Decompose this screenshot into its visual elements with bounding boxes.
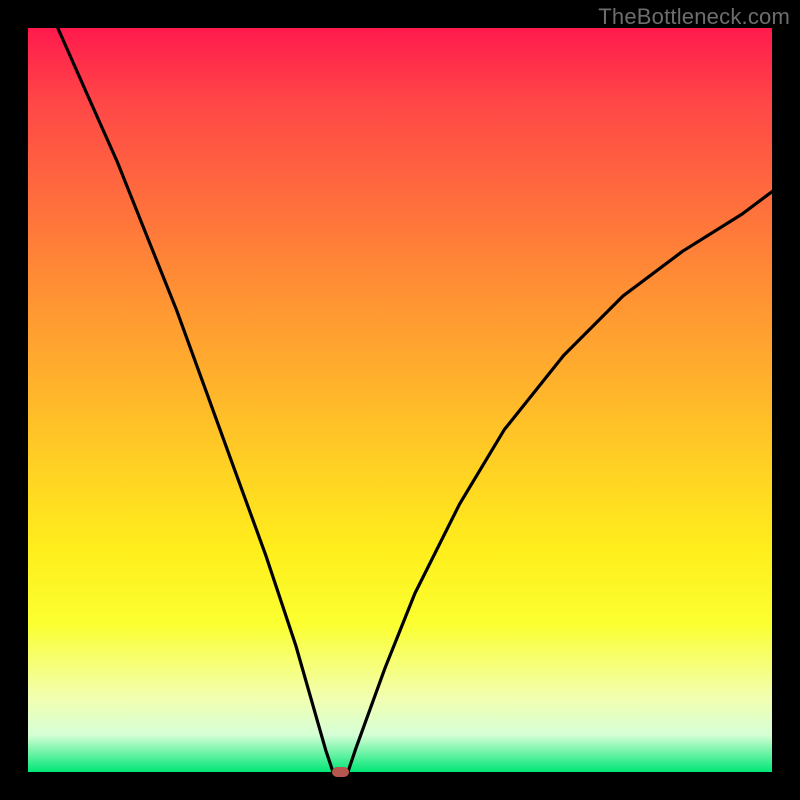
plot-area: [28, 28, 772, 772]
optimum-marker: [332, 767, 350, 777]
bottleneck-curve: [28, 28, 772, 772]
watermark-text: TheBottleneck.com: [598, 4, 790, 30]
chart-frame: TheBottleneck.com: [0, 0, 800, 800]
